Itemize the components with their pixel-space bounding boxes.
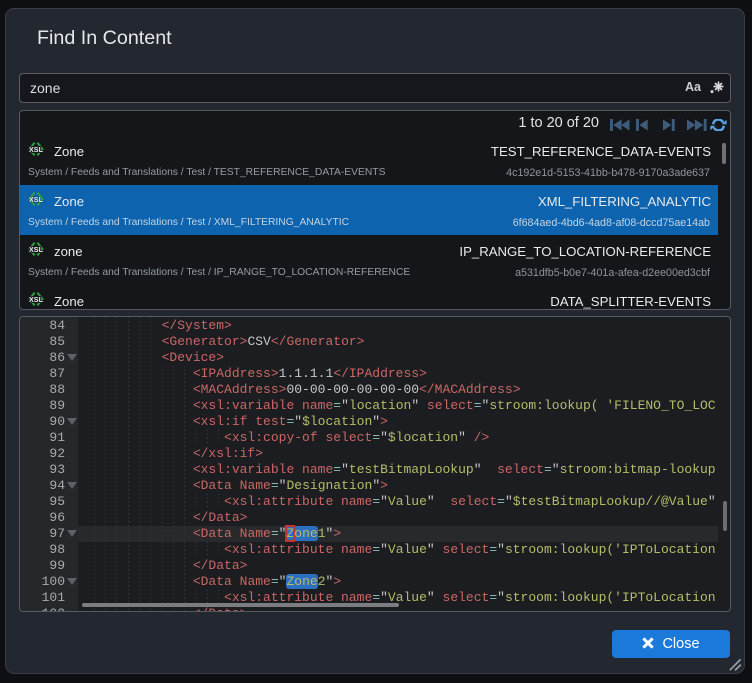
svg-text:XSL: XSL <box>29 244 44 253</box>
svg-text:XSL: XSL <box>29 194 44 203</box>
svg-text:XSL: XSL <box>29 144 44 153</box>
svg-text:XSL: XSL <box>29 294 44 303</box>
